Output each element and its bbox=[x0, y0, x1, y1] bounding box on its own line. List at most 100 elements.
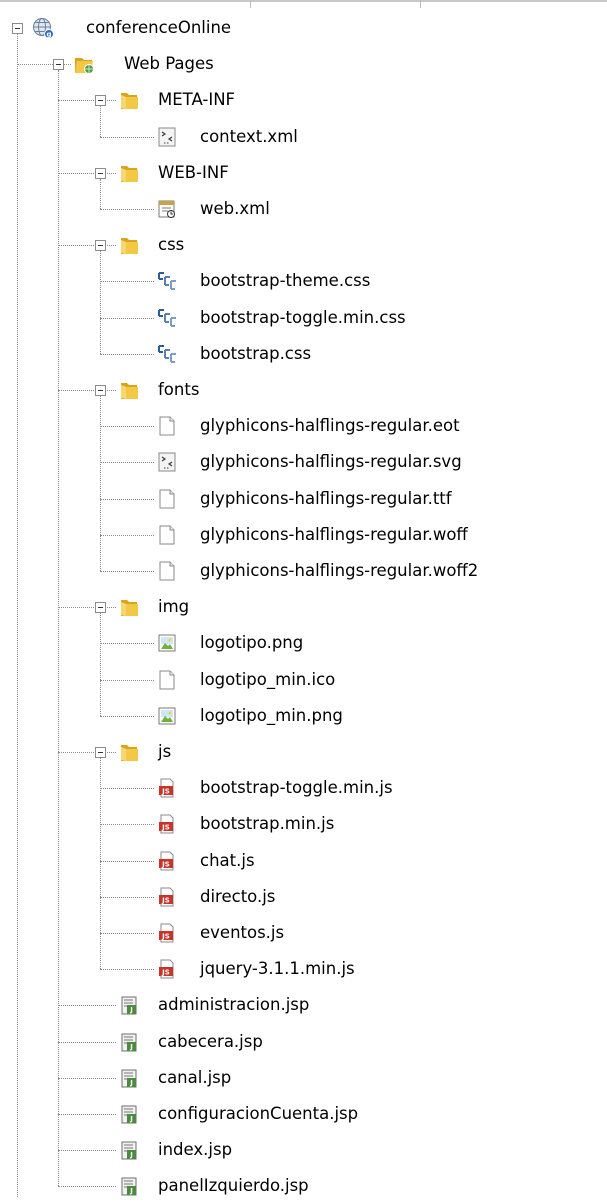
tree-file-directo-js[interactable]: JS directo.js bbox=[0, 879, 607, 915]
tree-node-label: META-INF bbox=[158, 90, 236, 110]
collapse-toggle-icon[interactable] bbox=[95, 167, 106, 179]
tree-folder-meta-inf[interactable]: META-INF bbox=[0, 82, 607, 118]
tree-file-glyphicons-halflings-regular-eot[interactable]: glyphicons-halflings-regular.eot bbox=[0, 408, 607, 444]
tree-node-label: glyphicons-halflings-regular.woff2 bbox=[200, 561, 479, 580]
tree-branch-line bbox=[58, 752, 116, 753]
tree-branch-line bbox=[100, 824, 154, 826]
tree-file-panelizquierdo-jsp[interactable]: J panelIzquierdo.jsp bbox=[0, 1168, 607, 1204]
svg-text:JS: JS bbox=[161, 788, 170, 796]
jsp-file-icon: J bbox=[118, 1139, 140, 1161]
tree-file-index-jsp[interactable]: J index.jsp bbox=[0, 1132, 607, 1168]
tree-folder-web-pages[interactable]: Web Pages bbox=[0, 46, 607, 82]
tree-node-label: index.jsp bbox=[158, 1140, 233, 1160]
tree-branch-line bbox=[100, 715, 154, 717]
tree-node-label: img bbox=[158, 597, 190, 617]
image-file-icon bbox=[156, 632, 178, 654]
tree-folder-img[interactable]: img bbox=[0, 589, 607, 625]
web-xml-icon bbox=[156, 198, 178, 220]
tree-file-logotipo-png[interactable]: logotipo.png bbox=[0, 625, 607, 661]
tree-file-eventos-js[interactable]: JS eventos.js bbox=[0, 915, 607, 951]
globe-project-icon: g bbox=[32, 17, 54, 39]
tree-file-canal-jsp[interactable]: J canal.jsp bbox=[0, 1060, 607, 1096]
svg-text:J: J bbox=[129, 1151, 133, 1159]
tree-branch-line bbox=[100, 933, 154, 934]
collapse-toggle-icon[interactable] bbox=[12, 23, 23, 34]
svg-text:J: J bbox=[129, 1187, 133, 1195]
tree-file-bootstrap-theme-css[interactable]: bootstrap-theme.css bbox=[0, 263, 607, 299]
tree-branch-line bbox=[100, 209, 154, 210]
tree-file-chat-js[interactable]: JS chat.js bbox=[0, 843, 607, 879]
tree-file-glyphicons-halflings-regular-woff[interactable]: glyphicons-halflings-regular.woff bbox=[0, 517, 607, 553]
tree-node-label: fonts bbox=[158, 380, 200, 399]
image-file-icon bbox=[156, 705, 178, 727]
blank-file-icon bbox=[156, 415, 178, 437]
tree-folder-web-inf[interactable]: WEB-INF bbox=[0, 155, 607, 191]
tree-node-label: js bbox=[158, 742, 172, 761]
tree-node-label: bootstrap.min.js bbox=[200, 814, 335, 834]
tree-node-label: logotipo_min.ico bbox=[200, 669, 336, 689]
js-file-icon: JS bbox=[156, 850, 178, 872]
folder-icon bbox=[118, 596, 140, 618]
tree-file-glyphicons-halflings-regular-ttf[interactable]: glyphicons-halflings-regular.ttf bbox=[0, 481, 607, 517]
tree-folder-fonts[interactable]: fonts bbox=[0, 372, 607, 408]
svg-text:JS: JS bbox=[161, 824, 170, 832]
tree-branch-line bbox=[58, 245, 116, 247]
tree-file-logotipo-min-ico[interactable]: logotipo_min.ico bbox=[0, 662, 607, 698]
tree-node-label: bootstrap-theme.css bbox=[200, 271, 371, 291]
collapse-toggle-icon[interactable] bbox=[95, 385, 106, 396]
css-file-icon bbox=[156, 270, 178, 292]
tree-node-label: bootstrap.css bbox=[200, 343, 312, 363]
tree-file-bootstrap-toggle-min-css[interactable]: bootstrap-toggle.min.css bbox=[0, 300, 607, 336]
tree-file-logotipo-min-png[interactable]: logotipo_min.png bbox=[0, 698, 607, 734]
css-file-icon bbox=[156, 307, 178, 329]
xml-config-icon bbox=[156, 126, 178, 148]
js-file-icon: JS bbox=[156, 886, 178, 908]
tree-folder-css[interactable]: css bbox=[0, 227, 607, 263]
jsp-file-icon: J bbox=[118, 994, 140, 1016]
tree-file-jquery-3-1-1-min-js[interactable]: JS jquery-3.1.1.min.js bbox=[0, 951, 607, 987]
tree-branch-line bbox=[100, 426, 154, 428]
tree-branch-line bbox=[58, 172, 116, 174]
tree-node-label: panelIzquierdo.jsp bbox=[158, 1176, 309, 1196]
tree-branch-line bbox=[100, 281, 154, 283]
tree-node-label: canal.jsp bbox=[158, 1067, 232, 1087]
folder-icon bbox=[118, 741, 140, 763]
tree-node-label: glyphicons-halflings-regular.eot bbox=[200, 416, 460, 436]
tree-file-bootstrap-toggle-min-js[interactable]: JS bootstrap-toggle.min.js bbox=[0, 770, 607, 806]
web-folder-icon bbox=[73, 53, 95, 75]
tree-node-label: Web Pages bbox=[124, 54, 214, 74]
blank-file-icon bbox=[156, 488, 178, 510]
tree-file-administracion-jsp[interactable]: J administracion.jsp bbox=[0, 987, 607, 1023]
tree-node-label: glyphicons-halflings-regular.woff bbox=[200, 524, 468, 544]
tree-folder-js[interactable]: js bbox=[0, 734, 607, 770]
tree-file-bootstrap-min-js[interactable]: JS bootstrap.min.js bbox=[0, 806, 607, 842]
tree-branch-line bbox=[58, 1041, 116, 1043]
tree-branch-line bbox=[58, 1186, 116, 1188]
tree-file-configuracioncuenta-jsp[interactable]: J configuracionCuenta.jsp bbox=[0, 1096, 607, 1132]
svg-text:J: J bbox=[129, 1043, 133, 1051]
tree-file-web-xml[interactable]: web.xml bbox=[0, 191, 607, 227]
tree-file-glyphicons-halflings-regular-woff2[interactable]: glyphicons-halflings-regular.woff2 bbox=[0, 553, 607, 589]
collapse-toggle-icon[interactable] bbox=[95, 602, 106, 614]
collapse-toggle-icon[interactable] bbox=[95, 747, 106, 758]
tree-file-cabecera-jsp[interactable]: J cabecera.jsp bbox=[0, 1024, 607, 1060]
folder-icon bbox=[118, 379, 140, 401]
blank-file-icon bbox=[156, 560, 178, 582]
tree-node-label: web.xml bbox=[200, 199, 270, 218]
collapse-toggle-icon[interactable] bbox=[95, 95, 106, 107]
tree-branch-line bbox=[58, 390, 116, 391]
tree-branch-line bbox=[58, 607, 116, 609]
collapse-toggle-icon[interactable] bbox=[53, 59, 64, 71]
tree-branch-line bbox=[100, 353, 154, 355]
folder-icon bbox=[118, 162, 140, 184]
tree-node-label: glyphicons-halflings-regular.svg bbox=[200, 452, 462, 472]
tree-file-bootstrap-css[interactable]: bootstrap.css bbox=[0, 336, 607, 372]
tree-root-conferenceonline[interactable]: g conferenceOnline bbox=[0, 10, 607, 46]
tree-node-label: bootstrap-toggle.min.js bbox=[200, 778, 393, 798]
tree-branch-line bbox=[100, 462, 154, 464]
tree-file-glyphicons-halflings-regular-svg[interactable]: glyphicons-halflings-regular.svg bbox=[0, 444, 607, 480]
tree-branch-line bbox=[100, 571, 154, 572]
tree-file-context-xml[interactable]: context.xml bbox=[0, 119, 607, 155]
svg-text:JS: JS bbox=[161, 933, 170, 941]
collapse-toggle-icon[interactable] bbox=[95, 240, 106, 252]
